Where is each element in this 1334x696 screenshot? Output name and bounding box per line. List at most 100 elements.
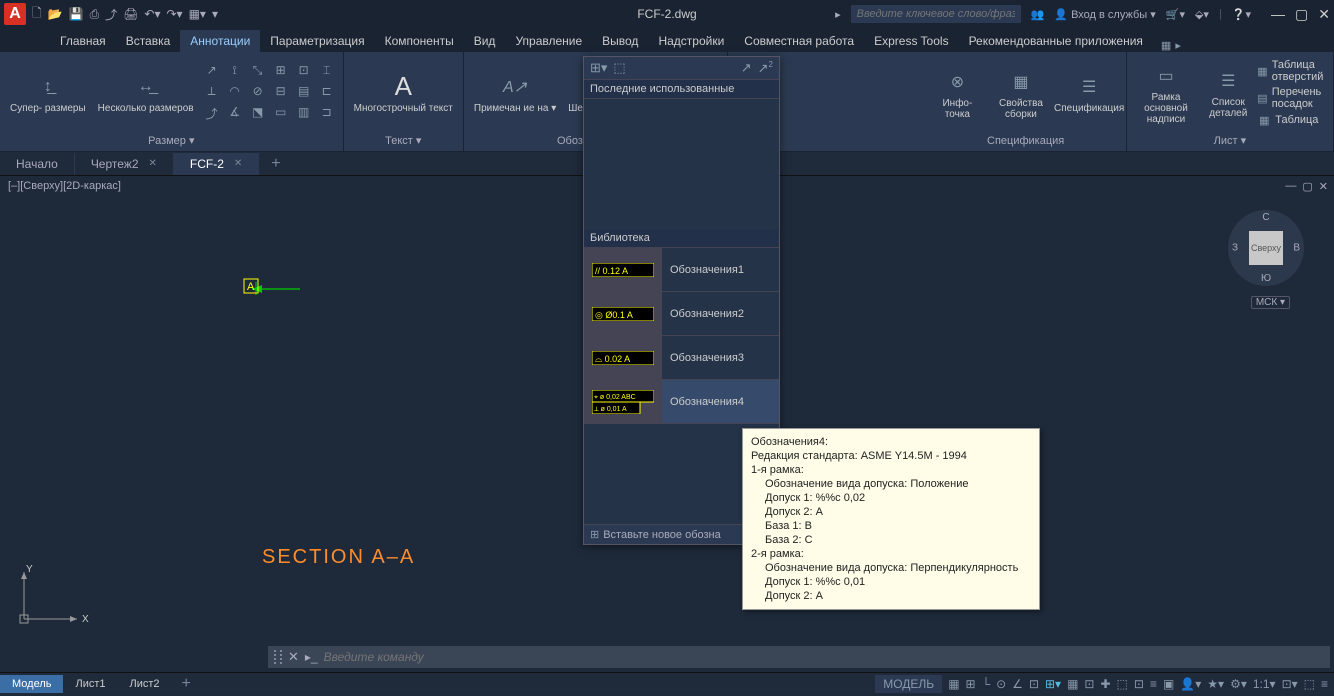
command-input[interactable] (324, 650, 1330, 664)
sb-tool-icon[interactable]: ✚ (1100, 677, 1110, 691)
fcf-tool-icon[interactable]: ⊞▾ (590, 60, 607, 76)
sb-tool-icon[interactable]: ⊡ (1134, 677, 1144, 691)
ribbon-tab[interactable]: Параметризация (260, 30, 374, 52)
layout-tab[interactable]: Лист1 (63, 675, 117, 693)
layout-tab[interactable]: Модель (0, 675, 63, 693)
panel-spec-title[interactable]: Спецификация (930, 133, 1122, 149)
fcf-tool-icon[interactable]: ↗2 (758, 60, 773, 76)
fcf-tool-icon[interactable]: ↗ (741, 60, 752, 76)
qat-new-icon[interactable]: 🗋 (32, 4, 42, 25)
ribbon-tab[interactable]: Вывод (592, 30, 648, 52)
autodesk-icon[interactable]: ⬙▾ (1195, 8, 1209, 21)
sb-tool-icon[interactable]: ★▾ (1207, 677, 1224, 691)
panel-sheet-title[interactable]: Лист ▾ (1131, 132, 1329, 149)
dim-icon[interactable]: ↗ (202, 63, 222, 81)
cmd-handle-icon[interactable] (274, 650, 282, 664)
sb-snap-icon[interactable]: ⊞ (966, 677, 976, 691)
drawing-canvas[interactable]: A B C ø2.0 ⌖ ø 0,02 A B C ⟂ ø 0,01 A A→ (0, 176, 300, 326)
ribbon-play-icon[interactable]: ▸ (1175, 39, 1181, 52)
mtext-button[interactable]: AМногострочный текст (350, 71, 457, 116)
dim-icon[interactable]: ⊟ (271, 84, 291, 102)
dim-icon[interactable]: ⬔ (248, 105, 268, 123)
search-input[interactable] (851, 5, 1021, 23)
layout-tab[interactable]: Лист2 (118, 675, 172, 693)
viewcube[interactable]: Сверху С Ю З В (1228, 210, 1304, 286)
dim-icon[interactable]: ▭ (271, 105, 291, 123)
sb-tool-icon[interactable]: ≡ (1150, 677, 1157, 691)
sb-tool-icon[interactable]: ⚙▾ (1230, 677, 1247, 691)
ribbon-extra-icon[interactable]: ▦ (1161, 39, 1171, 52)
qat-save-icon[interactable]: 💾 (69, 7, 84, 21)
super-dim-button[interactable]: ↕̲Супер- размеры (6, 71, 90, 116)
viewcube-n[interactable]: С (1262, 212, 1269, 223)
file-tab[interactable]: FCF-2✕ (174, 153, 259, 175)
command-line[interactable]: ✕ ▸_ (268, 646, 1330, 668)
close-button[interactable]: ✕ (1318, 6, 1330, 23)
viewcube-e[interactable]: В (1293, 243, 1300, 254)
file-tab[interactable]: Начало (0, 153, 75, 175)
ribbon-tab[interactable]: Вид (464, 30, 506, 52)
dim-icon[interactable]: ◠ (225, 84, 245, 102)
ribbon-tab[interactable]: Главная (50, 30, 116, 52)
sb-menu-icon[interactable]: ≡ (1321, 677, 1328, 691)
qat-undo-icon[interactable]: ↶▾ (144, 7, 160, 21)
qat-redo-icon[interactable]: ↷▾ (167, 7, 183, 21)
sb-trans-icon[interactable]: ▦ (1067, 677, 1078, 691)
ribbon-tab[interactable]: Совместная работа (734, 30, 864, 52)
sb-lwt-icon[interactable]: ⊞▾ (1045, 677, 1061, 691)
dim-icon[interactable]: ⊞ (271, 63, 291, 81)
close-icon[interactable]: ✕ (149, 158, 157, 169)
ribbon-tab[interactable]: Аннотации (180, 30, 260, 52)
qat-open-icon[interactable]: 📂 (48, 7, 63, 21)
multi-dim-button[interactable]: ↔̲Несколько размеров (94, 71, 198, 116)
sb-osnap-icon[interactable]: ∠ (1012, 677, 1023, 691)
sb-tool-icon[interactable]: ⊡ (1084, 677, 1094, 691)
sb-tool-icon[interactable]: ▣ (1163, 677, 1174, 691)
ucs-badge[interactable]: МСК ▾ (1251, 296, 1290, 309)
fcf-library-item[interactable]: // 0.12 A Обозначения1 (584, 248, 779, 292)
sb-grid-icon[interactable]: ▦ (948, 677, 959, 691)
assembly-props-button[interactable]: ▦Свойства сборки (987, 66, 1054, 122)
vp-min-icon[interactable]: — (1285, 180, 1296, 193)
minimize-button[interactable]: — (1271, 6, 1285, 23)
dim-icon[interactable]: ⟂ (202, 84, 222, 102)
sb-otrack-icon[interactable]: ⊡ (1029, 677, 1039, 691)
vp-close-icon[interactable]: ✕ (1319, 180, 1328, 193)
table-button[interactable]: ▦Таблица (1257, 113, 1327, 127)
sb-tool-icon[interactable]: 👤▾ (1180, 677, 1201, 691)
titleblock-button[interactable]: ▭Рамка основной надписи (1133, 60, 1200, 127)
dim-icon[interactable]: ⤡ (248, 63, 268, 81)
app-logo[interactable]: A (4, 3, 26, 25)
dim-icon[interactable]: ⊐ (317, 105, 337, 123)
panel-text-title[interactable]: Текст ▾ (348, 132, 459, 149)
layout-add-button[interactable]: + (172, 672, 201, 696)
fit-list-button[interactable]: ▤Перечень посадок (1257, 86, 1327, 110)
sb-tool-icon[interactable]: ⬚ (1117, 677, 1128, 691)
ribbon-tab[interactable]: Надстройки (648, 30, 734, 52)
hole-table-button[interactable]: ▦Таблица отверстий (1257, 59, 1327, 83)
dim-icon[interactable]: ⊡ (294, 63, 314, 81)
file-tab[interactable]: Чертеж2✕ (75, 153, 174, 175)
dim-icon[interactable]: ⤴ (202, 105, 222, 123)
sb-scale-icon[interactable]: 1:1▾ (1253, 677, 1276, 691)
dim-icon[interactable]: ⊏ (317, 84, 337, 102)
dim-icon[interactable]: ⊘ (248, 84, 268, 102)
ribbon-tab[interactable]: Управление (505, 30, 592, 52)
fcf-library-item[interactable]: ⌖ ø 0,02 ABC⟂ ø 0,01 A Обозначения4 (584, 380, 779, 424)
search-icon[interactable]: 👥 (1031, 8, 1045, 21)
model-space-button[interactable]: МОДЕЛЬ (875, 675, 942, 693)
cart-icon[interactable]: 🛒▾ (1166, 8, 1185, 21)
dim-icon[interactable]: ⟟ (225, 63, 245, 81)
sb-tool-icon[interactable]: ⊡▾ (1282, 677, 1298, 691)
ribbon-tab[interactable]: Вставка (116, 30, 181, 52)
sb-tool-icon[interactable]: ⬚ (1304, 677, 1315, 691)
qat-tool-icon[interactable]: ⤴ (105, 6, 117, 23)
maximize-button[interactable]: ▢ (1295, 6, 1308, 23)
bom-button[interactable]: ☰Спецификация (1059, 71, 1120, 116)
sb-polar-icon[interactable]: ⊙ (996, 677, 1006, 691)
file-tab-add[interactable]: + (259, 151, 292, 177)
dim-icon[interactable]: ∡ (225, 105, 245, 123)
qat-saveas-icon[interactable]: ⎙ (90, 7, 100, 22)
note-button[interactable]: A↗Примечан ие на ▾ (470, 71, 560, 116)
vp-max-icon[interactable]: ▢ (1302, 180, 1312, 193)
